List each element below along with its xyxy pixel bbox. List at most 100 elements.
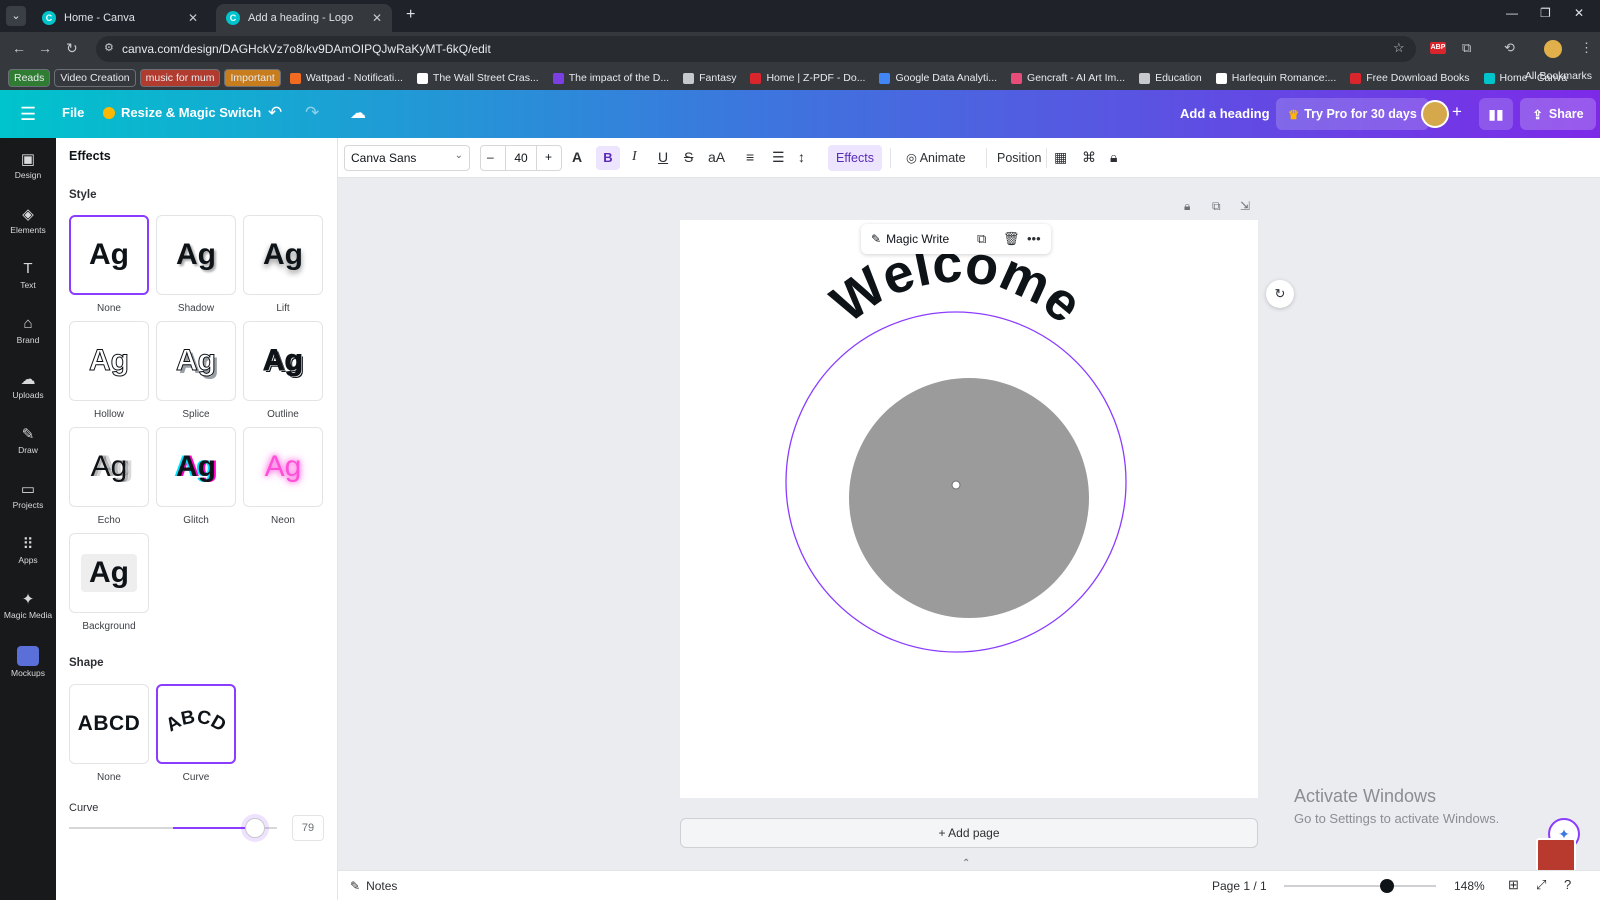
curve-value-input[interactable]: 79	[292, 815, 324, 841]
profile-avatar[interactable]	[1544, 40, 1562, 58]
redo-icon[interactable]: ↷	[305, 103, 319, 123]
paint-format-icon[interactable]: ⌘	[1082, 149, 1096, 166]
style-echo-option[interactable]: Ag	[69, 427, 149, 507]
more-options-icon[interactable]: •••	[1027, 231, 1041, 246]
fullscreen-icon[interactable]: ⤢	[1536, 877, 1546, 893]
bookmark-item[interactable]: Wattpad - Notificati...	[285, 69, 408, 87]
tab-search-button[interactable]: ⌄	[6, 6, 26, 26]
underline-icon[interactable]: U	[658, 149, 668, 165]
text-case-icon[interactable]: aA	[708, 149, 725, 165]
new-tab-button[interactable]: +	[406, 6, 415, 24]
shape-none-option[interactable]: ABCD	[69, 684, 149, 764]
invite-plus-icon[interactable]: +	[1452, 102, 1462, 122]
style-neon-option[interactable]: Ag	[243, 427, 323, 507]
restore-icon[interactable]: ❐	[1540, 6, 1551, 20]
help-icon[interactable]: ?	[1564, 877, 1571, 892]
duplicate-icon[interactable]: ⧉	[977, 231, 986, 247]
bookmark-item[interactable]: Free Download Books	[1345, 69, 1474, 87]
forward-icon[interactable]: →	[38, 40, 52, 56]
bookmark-item[interactable]: Google Data Analyti...	[874, 69, 1002, 87]
bookmark-item[interactable]: Important	[224, 69, 281, 87]
strikethrough-icon[interactable]: S	[684, 149, 693, 165]
bold-button[interactable]: B	[596, 146, 620, 170]
lock-page-icon[interactable]: 🔒︎	[1184, 199, 1190, 214]
url-field[interactable]: ⚙ canva.com/design/DAGHckVz7o8/kv9DAmOIP…	[96, 36, 1416, 62]
bookmark-item[interactable]: Gencraft - AI Art Im...	[1006, 69, 1130, 87]
transparency-icon[interactable]: ▦	[1054, 149, 1067, 166]
curve-slider[interactable]	[69, 818, 277, 838]
spacing-icon[interactable]: ↕	[798, 149, 805, 165]
curve-slider-handle[interactable]	[245, 818, 266, 838]
bookmark-item[interactable]: music for mum	[139, 69, 221, 87]
italic-icon[interactable]: I	[632, 149, 637, 165]
rail-item-draw[interactable]: ✎ Draw	[0, 425, 56, 455]
bookmark-item[interactable]: Education	[1134, 69, 1207, 87]
bookmark-item[interactable]: Video Creation	[54, 69, 136, 87]
rail-item-elements[interactable]: ◈ Elements	[0, 205, 56, 235]
add-page-button[interactable]: + Add page	[680, 818, 1258, 848]
rotate-icon[interactable]: ↻	[1266, 280, 1294, 308]
browser-menu-icon[interactable]: ⋮	[1580, 40, 1593, 56]
style-hollow-option[interactable]: Ag	[69, 321, 149, 401]
duplicate-page-icon[interactable]: ⧉	[1212, 199, 1221, 214]
undo-icon[interactable]: ↶	[268, 103, 282, 123]
bookmark-item[interactable]: The Wall Street Cras...	[412, 69, 544, 87]
style-outline-option[interactable]: Ag	[243, 321, 323, 401]
style-background-option[interactable]: Ag	[69, 533, 149, 613]
site-info-icon[interactable]: ⚙	[104, 41, 114, 54]
rail-item-design[interactable]: ▣ Design	[0, 150, 56, 180]
design-page[interactable]: Welcome	[680, 220, 1258, 798]
effects-button[interactable]: Effects	[828, 145, 882, 171]
chevron-up-icon[interactable]: ⌃	[962, 858, 970, 869]
close-window-icon[interactable]: ✕	[1574, 6, 1584, 20]
cloud-save-icon[interactable]: ☁	[350, 103, 366, 123]
lock-icon[interactable]: 🔒︎	[1110, 149, 1117, 166]
bookmark-star-icon[interactable]: ☆	[1393, 40, 1405, 56]
browser-tab[interactable]: C Home - Canva ✕	[32, 4, 208, 32]
browser-tab-active[interactable]: C Add a heading - Logo ✕	[216, 4, 392, 32]
menu-icon[interactable]: ☰	[20, 104, 36, 125]
decrease-size-button[interactable]: –	[487, 150, 494, 164]
rail-item-mockups[interactable]: Mockups	[0, 646, 56, 678]
style-glitch-option[interactable]: Ag	[156, 427, 236, 507]
add-page-icon[interactable]: ⇲	[1240, 199, 1250, 213]
history-icon[interactable]: ⟲	[1504, 40, 1515, 56]
reload-icon[interactable]: ↻	[66, 40, 78, 57]
share-button[interactable]: ⇪ Share	[1520, 98, 1596, 130]
resize-magic-switch-button[interactable]: Resize & Magic Switch	[103, 105, 261, 120]
minimize-icon[interactable]: —	[1506, 6, 1518, 20]
style-shadow-option[interactable]: Ag	[156, 215, 236, 295]
delete-icon[interactable]: 🗑︎	[1003, 231, 1020, 247]
try-pro-button[interactable]: ♛ Try Pro for 30 days	[1276, 98, 1429, 130]
adblock-icon[interactable]: ABP	[1430, 42, 1446, 54]
design-title[interactable]: Add a heading	[1180, 106, 1270, 121]
style-splice-option[interactable]: Ag	[156, 321, 236, 401]
rail-item-projects[interactable]: ▭ Projects	[0, 480, 56, 510]
rail-item-brand[interactable]: ⌂ Brand	[0, 315, 56, 345]
bookmark-item[interactable]: Reads	[8, 69, 51, 87]
close-tab-icon[interactable]: ✕	[188, 11, 198, 25]
increase-size-button[interactable]: +	[545, 150, 552, 164]
rail-item-apps[interactable]: ⠿ Apps	[0, 535, 56, 565]
style-none-option[interactable]: Ag	[69, 215, 149, 295]
align-center-icon[interactable]: ≡	[746, 149, 754, 165]
rail-item-magic-media[interactable]: ✦ Magic Media	[0, 590, 56, 620]
list-icon[interactable]: ☰	[772, 149, 785, 166]
back-icon[interactable]: ←	[12, 40, 26, 56]
insights-icon[interactable]: ▮▮	[1479, 98, 1513, 130]
user-avatar[interactable]	[1421, 100, 1449, 128]
zoom-slider[interactable]	[1284, 879, 1436, 893]
magic-write-button[interactable]: ✎ Magic Write	[871, 232, 949, 246]
style-lift-option[interactable]: Ag	[243, 215, 323, 295]
bookmark-item[interactable]: Harlequin Romance:...	[1211, 69, 1341, 87]
zoom-value[interactable]: 148%	[1454, 879, 1485, 893]
page-indicator[interactable]: Page 1 / 1	[1212, 879, 1267, 893]
rail-item-text[interactable]: T Text	[0, 260, 56, 290]
text-color-icon[interactable]: A	[572, 149, 582, 165]
file-menu[interactable]: File	[62, 105, 84, 120]
close-tab-icon[interactable]: ✕	[372, 11, 382, 25]
bookmark-item[interactable]: The impact of the D...	[548, 69, 674, 87]
rail-item-uploads[interactable]: ☁ Uploads	[0, 370, 56, 400]
shape-curve-option[interactable]: ABCD	[156, 684, 236, 764]
zoom-slider-handle[interactable]	[1380, 879, 1395, 893]
